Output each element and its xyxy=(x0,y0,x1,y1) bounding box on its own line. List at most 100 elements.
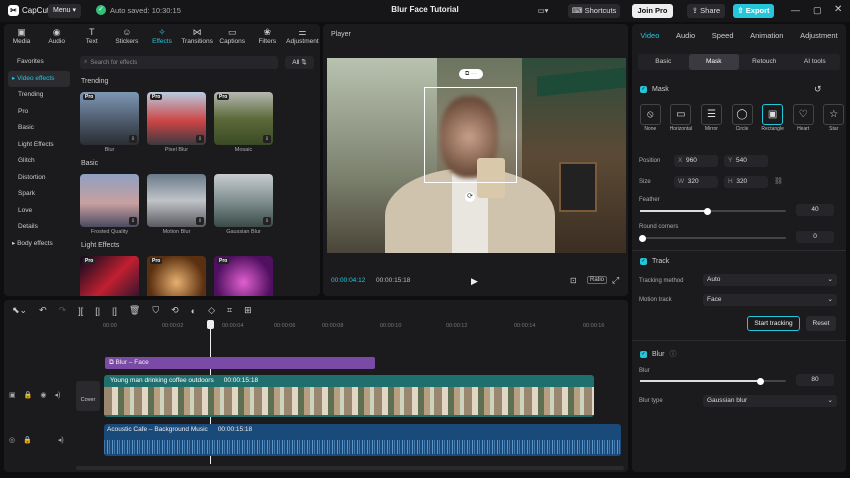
sidebar-item[interactable]: ▸ Video effects xyxy=(8,70,70,87)
tab-stickers[interactable]: ☺ Stickers xyxy=(110,24,144,48)
export-button[interactable]: ⇧ Export xyxy=(733,4,774,18)
mask-shape-horizontal[interactable]: ▭ Horizontal xyxy=(669,104,694,138)
motion-track-select[interactable]: Face ⌄ xyxy=(703,294,837,306)
reset-button[interactable]: Reset xyxy=(806,316,836,331)
download-icon[interactable]: ⇩ xyxy=(263,217,271,225)
split-left-icon[interactable]: [| xyxy=(95,306,100,316)
mask-rectangle-frame[interactable] xyxy=(424,87,517,183)
lock-icon[interactable]: 🔒 xyxy=(24,391,33,399)
timeline-ruler[interactable]: 00:00 00:00:02 00:00:04 00:00:06 00:00:08 00:… xyxy=(100,323,620,333)
minimize-icon[interactable]: — xyxy=(791,5,800,15)
timeline-scrollbar[interactable] xyxy=(76,466,624,470)
tab-effects[interactable]: ✧ Effects xyxy=(145,24,179,48)
blur-slider[interactable] xyxy=(640,377,786,385)
rotate-handle-icon[interactable]: ⟳ xyxy=(465,192,475,202)
split-icon[interactable]: ][ xyxy=(78,306,83,316)
volume-icon[interactable]: ◂) xyxy=(58,436,64,444)
mask-checkbox[interactable]: ✓ xyxy=(640,86,647,93)
sidebar-item[interactable]: Light Effects xyxy=(8,137,70,154)
adjust-icon[interactable]: ⊞ xyxy=(244,305,252,316)
download-icon[interactable]: ⇩ xyxy=(196,217,204,225)
property-subtab[interactable]: Retouch xyxy=(739,54,790,70)
tracking-method-select[interactable]: Auto ⌄ xyxy=(703,274,837,286)
playhead-handle[interactable] xyxy=(207,320,214,329)
effect-thumbnail[interactable]: ⇩ xyxy=(80,174,139,227)
effect-thumbnail[interactable]: Pro ⇩ xyxy=(147,92,206,145)
position-x-field[interactable]: X 960 xyxy=(674,155,718,167)
property-tab[interactable]: Speed xyxy=(712,31,734,40)
tab-media[interactable]: ▣ Media xyxy=(5,24,39,48)
audio-track-icon[interactable]: ◎ xyxy=(9,436,15,444)
tab-adjustment[interactable]: ⚌ Adjustment xyxy=(285,24,319,48)
effect-thumbnail[interactable]: Pro ⇩ xyxy=(80,92,139,145)
property-subtab[interactable]: Basic xyxy=(638,54,689,70)
mask-shape-none[interactable]: ⦸ None xyxy=(638,104,663,138)
mask-shape-heart[interactable]: ♡ Heart xyxy=(791,104,816,138)
close-icon[interactable]: ✕ xyxy=(834,4,842,15)
sidebar-item[interactable]: Spark xyxy=(8,186,70,203)
shortcuts-button[interactable]: ⌨ Shortcuts xyxy=(568,4,620,18)
effect-thumbnail[interactable]: ⇩ xyxy=(214,174,273,227)
effect-thumbnail[interactable]: Pro xyxy=(80,256,139,296)
download-icon[interactable]: ⇩ xyxy=(196,135,204,143)
project-title[interactable]: Blur Face Tutorial xyxy=(360,5,490,14)
sidebar-item[interactable]: Love xyxy=(8,203,70,220)
split-right-icon[interactable]: |] xyxy=(112,306,117,316)
mask-toolbar[interactable]: ⧉ ⋯ xyxy=(459,69,483,79)
lock-icon[interactable]: 🔒 xyxy=(23,436,32,444)
reset-mask-icon[interactable]: ↺ xyxy=(814,84,822,95)
audio-clip[interactable]: Acoustic Cafe – Background Music 00:00:15… xyxy=(104,424,621,456)
effect-thumbnail[interactable]: Pro xyxy=(147,256,206,296)
mask-shape-circle[interactable]: ◯ Circle xyxy=(730,104,755,138)
fullscreen-icon[interactable]: ⤢ xyxy=(612,275,619,286)
fit-screen-icon[interactable]: ⊡ xyxy=(570,276,577,285)
round-corners-slider[interactable] xyxy=(639,234,786,242)
size-width-field[interactable]: W 320 xyxy=(674,176,718,188)
search-input[interactable]: ⌕ Search for effects xyxy=(80,56,278,69)
start-tracking-button[interactable]: Start tracking xyxy=(747,316,800,331)
sidebar-item[interactable]: Distortion xyxy=(8,170,70,187)
video-clip[interactable]: Young man drinking coffee outdoors 00:00:… xyxy=(104,375,594,417)
video-preview[interactable]: ⧉ ⋯ ⟳ xyxy=(327,58,626,253)
cover-button[interactable]: Cover xyxy=(76,381,100,411)
property-tab[interactable]: Animation xyxy=(750,31,783,40)
delete-icon[interactable]: 🗑 xyxy=(129,305,140,316)
round-corners-value[interactable]: 0 xyxy=(796,231,834,243)
freeze-icon[interactable]: ⛉ xyxy=(152,305,159,316)
property-tab[interactable]: Video xyxy=(640,31,659,40)
effect-clip[interactable]: ⧉ Blur – Face xyxy=(105,357,375,369)
mask-shape-mirror[interactable]: ☰ Mirror xyxy=(699,104,724,138)
sidebar-item[interactable]: Details xyxy=(8,219,70,236)
download-icon[interactable]: ⇩ xyxy=(129,217,137,225)
sidebar-item[interactable]: Trending xyxy=(8,87,70,104)
track-checkbox[interactable]: ✓ xyxy=(640,258,647,265)
position-y-field[interactable]: Y 540 xyxy=(724,155,768,167)
blur-value[interactable]: 80 xyxy=(796,374,834,386)
download-icon[interactable]: ⇩ xyxy=(129,135,137,143)
ratio-button[interactable]: Ratio xyxy=(587,276,608,284)
rotate-icon[interactable]: ◇ xyxy=(208,305,215,316)
sidebar-item[interactable]: Glitch xyxy=(8,153,70,170)
share-button[interactable]: ⇪ Share xyxy=(687,4,725,18)
join-pro-button[interactable]: Join Pro xyxy=(632,4,673,18)
sidebar-item[interactable]: Basic xyxy=(8,120,70,137)
mask-shape-star[interactable]: ☆ Star xyxy=(821,104,846,138)
select-cursor-icon[interactable]: ⬉⌄ xyxy=(12,305,27,316)
crop-icon[interactable]: ⌗ xyxy=(227,305,232,316)
play-icon[interactable]: ▶ xyxy=(471,276,478,287)
sidebar-item[interactable]: Favorites xyxy=(8,54,70,71)
mirror-icon[interactable]: ◐ xyxy=(191,306,196,316)
property-subtab[interactable]: AI tools xyxy=(790,54,841,70)
eye-icon[interactable]: ◉ xyxy=(40,391,46,399)
layout-icon[interactable]: ▭▾ xyxy=(532,4,554,18)
video-track-icon[interactable]: ▣ xyxy=(9,391,16,399)
download-icon[interactable]: ⇩ xyxy=(263,135,271,143)
property-subtab[interactable]: Mask xyxy=(688,54,739,70)
maximize-icon[interactable]: ▢ xyxy=(813,5,822,16)
tab-captions[interactable]: ▭ Captions xyxy=(215,24,249,48)
undo-icon[interactable]: ↶ xyxy=(39,305,47,316)
property-tab[interactable]: Audio xyxy=(676,31,695,40)
redo-icon[interactable]: ↷ xyxy=(59,305,67,316)
link-ratio-icon[interactable]: ⛓ xyxy=(774,177,783,185)
filter-dropdown[interactable]: All ⇅ xyxy=(285,56,314,69)
